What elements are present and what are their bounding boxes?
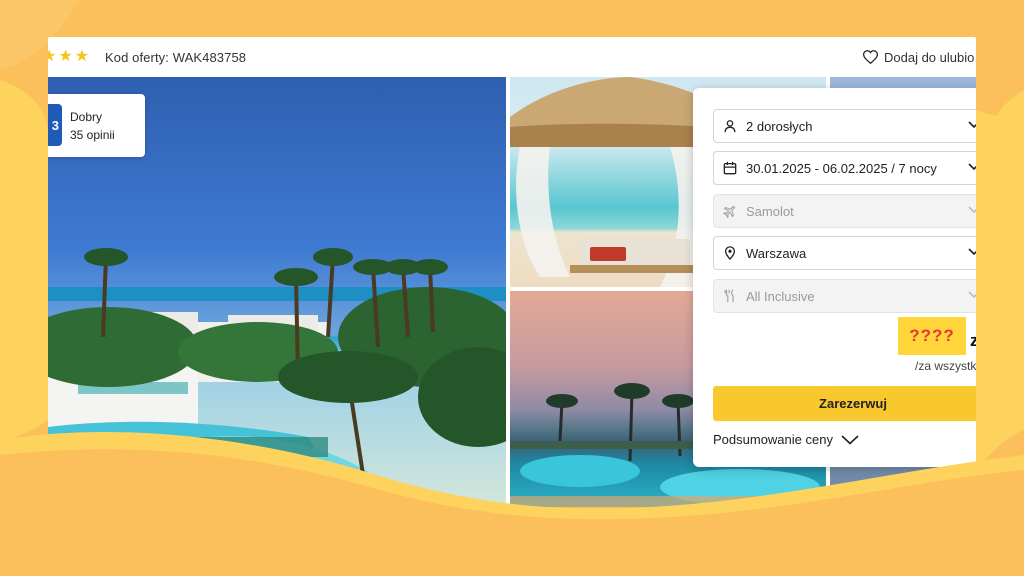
meal-icon bbox=[724, 289, 734, 303]
booking-panel: 2 dorosłych 30.01.2025 - 06.02.2025 / 7 … bbox=[693, 88, 976, 467]
offer-code: Kod oferty: WAK483758 bbox=[105, 49, 247, 65]
chevron-down-icon bbox=[841, 434, 859, 445]
add-to-favorites-label: Dodaj do ulubio bbox=[884, 49, 975, 65]
star-icon: ★ bbox=[74, 48, 90, 65]
price-currency: zł bbox=[970, 331, 976, 350]
book-button[interactable]: Zarezerwuj bbox=[713, 386, 976, 421]
reviews-count: 35 opinii bbox=[70, 128, 115, 142]
rating-score: 3 bbox=[48, 104, 62, 146]
price-value-hidden: ???? bbox=[898, 317, 966, 355]
board-value: All Inclusive bbox=[746, 288, 815, 304]
heart-icon bbox=[863, 50, 878, 64]
price-note: /za wszystkich bbox=[915, 359, 976, 373]
calendar-icon bbox=[723, 161, 737, 175]
chevron-down-icon bbox=[968, 163, 976, 171]
offer-card: ★ ★ ★ Kod oferty: WAK483758 Dodaj do ulu… bbox=[48, 37, 976, 507]
dates-value: 30.01.2025 - 06.02.2025 / 7 nocy bbox=[746, 160, 937, 176]
star-icon: ★ bbox=[48, 48, 57, 65]
travelers-value: 2 dorosłych bbox=[746, 118, 813, 134]
chevron-down-icon bbox=[968, 248, 976, 256]
dates-select[interactable]: 30.01.2025 - 06.02.2025 / 7 nocy bbox=[713, 151, 976, 185]
board-select[interactable]: All Inclusive bbox=[713, 279, 976, 313]
transport-select[interactable]: Samolot bbox=[713, 194, 976, 228]
star-icon: ★ bbox=[58, 48, 73, 65]
chevron-down-icon bbox=[968, 291, 976, 299]
location-pin-icon bbox=[724, 246, 736, 260]
add-to-favorites-button[interactable]: Dodaj do ulubio bbox=[863, 37, 976, 77]
departure-value: Warszawa bbox=[746, 245, 807, 261]
departure-select[interactable]: Warszawa bbox=[713, 236, 976, 270]
person-icon bbox=[724, 120, 736, 133]
chevron-down-icon bbox=[968, 206, 976, 214]
chevron-down-icon bbox=[968, 121, 976, 129]
offer-header: ★ ★ ★ Kod oferty: WAK483758 Dodaj do ulu… bbox=[48, 37, 976, 77]
transport-value: Samolot bbox=[746, 203, 794, 219]
rating-label: Dobry bbox=[70, 110, 103, 124]
hotel-star-rating: ★ ★ ★ bbox=[48, 49, 89, 65]
price-summary-label: Podsumowanie ceny bbox=[713, 432, 833, 447]
price-summary-toggle[interactable]: Podsumowanie ceny bbox=[713, 432, 859, 447]
rating-badge[interactable]: 3 Dobry 35 opinii bbox=[48, 94, 145, 157]
travelers-select[interactable]: 2 dorosłych bbox=[713, 109, 976, 143]
airplane-icon bbox=[723, 205, 736, 218]
